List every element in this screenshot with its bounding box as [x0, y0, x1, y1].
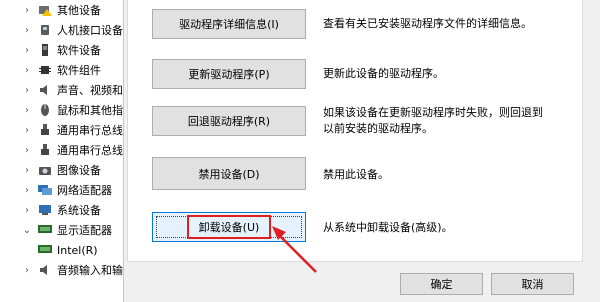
cancel-button[interactable]: 取消: [491, 273, 574, 295]
chevron-right-icon[interactable]: ›: [22, 205, 32, 216]
chevron-right-icon[interactable]: ›: [22, 25, 32, 36]
scrollbar[interactable]: [584, 0, 600, 262]
tree-item-imaging[interactable]: › 图像设备: [0, 160, 123, 180]
tree-item-label: 网络适配器: [57, 184, 112, 197]
chevron-right-icon[interactable]: ›: [22, 65, 32, 76]
tree-item-label: 通用串行总线: [57, 124, 123, 137]
tree-item-label: 显示适配器: [57, 224, 112, 237]
system-icon: [38, 204, 52, 216]
network-icon: [38, 184, 52, 196]
tree-item-other-devices[interactable]: › 其他设备: [0, 0, 123, 20]
tree-item-label: Intel(R): [57, 243, 98, 257]
chevron-down-icon[interactable]: ⌄: [22, 225, 32, 236]
tree-item-mouse[interactable]: › 鼠标和其他指: [0, 100, 123, 120]
ok-button[interactable]: 确定: [400, 273, 483, 295]
tree-item-usb-1[interactable]: › 通用串行总线: [0, 120, 123, 140]
speaker-icon: [38, 84, 52, 96]
tree-item-audio-io[interactable]: › 音频输入和输: [0, 260, 123, 280]
button-label: 驱动程序详细信息(I): [179, 18, 279, 31]
driver-properties-dialog: 驱动程序详细信息(I) 查看有关已安装驱动程序文件的详细信息。 更新驱动程序(P…: [123, 0, 600, 302]
display-icon: [38, 244, 52, 256]
software-component-icon: [38, 64, 52, 76]
camera-icon: [38, 164, 52, 176]
software-device-icon: [38, 44, 52, 56]
tree-item-label: 系统设备: [57, 204, 101, 217]
chevron-right-icon[interactable]: ›: [22, 145, 32, 156]
tree-item-label: 通用串行总线: [57, 144, 123, 157]
chevron-right-icon[interactable]: ›: [22, 45, 32, 56]
tree-item-system[interactable]: › 系统设备: [0, 200, 123, 220]
driver-details-description: 查看有关已安装驱动程序文件的详细信息。: [323, 17, 532, 30]
description-line: 以前安装的驱动程序。: [323, 122, 433, 135]
tree-item-label: 软件设备: [57, 44, 101, 57]
button-label: 卸载设备(U): [198, 221, 260, 234]
highlight-box: 卸载设备(U): [187, 215, 271, 239]
driver-tab-panel: 驱动程序详细信息(I) 查看有关已安装驱动程序文件的详细信息。 更新驱动程序(P…: [127, 0, 583, 273]
warning-device-icon: [38, 4, 52, 16]
device-tree: › 其他设备 › 人机接口设备 › 软件设备 › 软件组件 › 声音、视频和 ›: [0, 0, 123, 302]
usb-icon: [38, 124, 52, 136]
chevron-right-icon[interactable]: ›: [22, 5, 32, 16]
tree-item-sound-video[interactable]: › 声音、视频和: [0, 80, 123, 100]
tree-item-label: 软件组件: [57, 64, 101, 77]
button-label: 更新驱动程序(P): [188, 68, 270, 81]
display-icon: [38, 224, 52, 236]
tree-item-label: 图像设备: [57, 164, 101, 177]
update-driver-button[interactable]: 更新驱动程序(P): [152, 59, 306, 89]
hid-icon: [38, 24, 52, 36]
description-line: 如果该设备在更新驱动程序时失败，则回退到: [323, 106, 543, 119]
chevron-right-icon[interactable]: ›: [22, 105, 32, 116]
rollback-driver-description: 如果该设备在更新驱动程序时失败，则回退到 以前安装的驱动程序。: [323, 105, 543, 137]
chevron-right-icon[interactable]: ›: [22, 85, 32, 96]
driver-details-button[interactable]: 驱动程序详细信息(I): [152, 9, 306, 39]
button-label: 回退驱动程序(R): [187, 115, 271, 128]
tree-item-label: 鼠标和其他指: [57, 104, 123, 117]
tree-item-label: 声音、视频和: [57, 84, 123, 97]
uninstall-device-description: 从系统中卸载设备(高级)。: [323, 221, 453, 234]
button-label: 禁用设备(D): [198, 167, 260, 181]
mouse-icon: [38, 104, 52, 116]
tree-item-hid[interactable]: › 人机接口设备: [0, 20, 123, 40]
tree-item-software-devices[interactable]: › 软件设备: [0, 40, 123, 60]
tree-item-intel-display[interactable]: Intel(R): [0, 240, 123, 260]
rollback-driver-button[interactable]: 回退驱动程序(R): [152, 106, 306, 136]
arrow-annotation-icon: [272, 226, 317, 273]
tree-item-network[interactable]: › 网络适配器: [0, 180, 123, 200]
chevron-right-icon[interactable]: ›: [22, 265, 32, 276]
audio-icon: [38, 264, 52, 276]
tree-item-label: 音频输入和输: [57, 264, 123, 277]
button-label: 取消: [521, 278, 544, 291]
tree-item-label: 人机接口设备: [57, 24, 123, 37]
chevron-right-icon[interactable]: ›: [22, 185, 32, 196]
chevron-right-icon[interactable]: ›: [22, 165, 32, 176]
tree-item-usb-2[interactable]: › 通用串行总线: [0, 140, 123, 160]
update-driver-description: 更新此设备的驱动程序。: [323, 67, 444, 80]
tree-item-display-adapters[interactable]: ⌄ 显示适配器: [0, 220, 123, 240]
disable-device-button[interactable]: 禁用设备(D): [152, 157, 306, 190]
chevron-right-icon[interactable]: ›: [22, 125, 32, 136]
usb-icon: [38, 144, 52, 156]
tree-item-software-components[interactable]: › 软件组件: [0, 60, 123, 80]
disable-device-description: 禁用此设备。: [323, 168, 389, 181]
button-label: 确定: [430, 278, 453, 291]
tree-item-label: 其他设备: [57, 4, 101, 17]
